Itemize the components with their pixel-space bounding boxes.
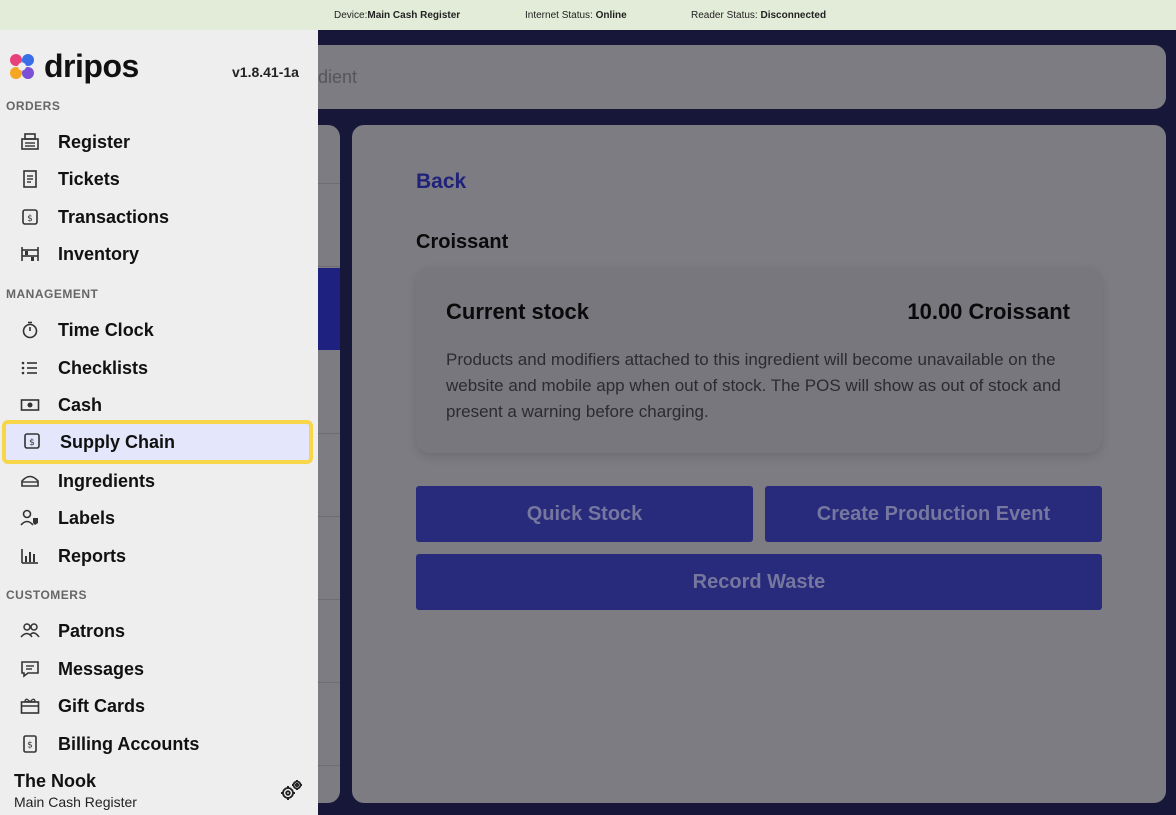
bar-chart-icon bbox=[21, 549, 38, 564]
brand-name: dripos bbox=[44, 48, 139, 84]
create-production-event-button[interactable]: Create Production Event bbox=[765, 486, 1102, 542]
checklist-icon bbox=[21, 361, 37, 375]
label-user-icon bbox=[20, 509, 38, 526]
sidebar-item-label: Time Clock bbox=[58, 320, 154, 340]
box-dollar-icon: $ bbox=[24, 433, 40, 449]
gift-card-icon bbox=[20, 698, 40, 714]
svg-text:$: $ bbox=[29, 438, 35, 448]
reader-status: Reader Status: Disconnected bbox=[691, 10, 826, 21]
sidebar-item-label: Reports bbox=[58, 546, 127, 566]
status-bar: Device:Main Cash Register Internet Statu… bbox=[0, 0, 1176, 30]
cash-icon bbox=[20, 399, 40, 411]
device-status-value: Main Cash Register bbox=[367, 10, 461, 21]
sidebar-item-time-clock[interactable]: Time Clock bbox=[0, 313, 318, 347]
sidebar-item-label: Inventory bbox=[58, 244, 140, 264]
svg-text:$: $ bbox=[27, 741, 33, 751]
reader-status-label: Reader Status: bbox=[691, 10, 761, 21]
dripos-logo-icon bbox=[10, 53, 34, 79]
brand-logo: dripos bbox=[8, 48, 139, 85]
sidebar-item-inventory[interactable]: Inventory bbox=[0, 237, 318, 271]
search-placeholder: dient bbox=[318, 67, 358, 87]
sidebar-item-label: Checklists bbox=[58, 358, 149, 378]
sidebar-item-ingredients[interactable]: Ingredients bbox=[0, 464, 318, 498]
svg-text:$: $ bbox=[27, 214, 33, 224]
sidebar-item-label: Cash bbox=[58, 395, 103, 415]
section-orders: ORDERS bbox=[6, 99, 61, 113]
sidebar-item-gift-cards[interactable]: Gift Cards bbox=[0, 689, 318, 723]
ingredient-detail-panel: Back Croissant Current stock 10.00 Crois… bbox=[352, 125, 1166, 803]
sidebar-item-label: Tickets bbox=[58, 169, 120, 189]
sidebar-item-labels[interactable]: Labels bbox=[0, 501, 318, 535]
current-stock-value: 10.00 Croissant bbox=[907, 299, 1070, 324]
quick-stock-button[interactable]: Quick Stock bbox=[416, 486, 753, 542]
current-stock-card: Current stock 10.00 Croissant Products a… bbox=[416, 267, 1102, 453]
sidebar-item-label: Gift Cards bbox=[58, 696, 146, 716]
billing-icon: $ bbox=[23, 735, 37, 753]
sidebar-item-label: Billing Accounts bbox=[58, 734, 200, 754]
record-waste-button[interactable]: Record Waste bbox=[416, 554, 1102, 610]
sidebar-item-label: Register bbox=[58, 132, 131, 152]
sidebar-item-billing-accounts[interactable]: $ Billing Accounts bbox=[0, 727, 318, 761]
internet-status-value: Online bbox=[595, 10, 627, 21]
sidebar-item-messages[interactable]: Messages bbox=[0, 652, 318, 686]
sidebar-item-label: Messages bbox=[58, 659, 145, 679]
sidebar-item-checklists[interactable]: Checklists bbox=[0, 351, 318, 385]
receipt-dollar-icon: $ bbox=[22, 209, 38, 225]
sidebar-item-tickets[interactable]: Tickets bbox=[0, 162, 318, 196]
sidebar-item-reports[interactable]: Reports bbox=[0, 539, 318, 573]
internet-status-label: Internet Status: bbox=[525, 10, 596, 21]
sidebar-item-register[interactable]: Register bbox=[0, 125, 318, 159]
register-icon bbox=[21, 133, 39, 150]
ticket-icon bbox=[23, 170, 37, 188]
sidebar-item-label: Supply Chain bbox=[60, 432, 176, 452]
users-icon bbox=[20, 623, 40, 638]
ingredient-title: Croissant bbox=[416, 231, 509, 253]
device-status: Device:Main Cash Register bbox=[334, 10, 460, 21]
internet-status: Internet Status: Online bbox=[525, 10, 627, 21]
device-name: Main Cash Register bbox=[14, 794, 137, 810]
sidebar-item-supply-chain[interactable]: $ Supply Chain bbox=[2, 420, 313, 464]
sidebar-item-label: Transactions bbox=[58, 207, 170, 227]
section-management: MANAGEMENT bbox=[6, 287, 99, 301]
device-status-label: Device: bbox=[334, 10, 368, 21]
reader-status-value: Disconnected bbox=[760, 10, 827, 21]
settings-gear-icon[interactable] bbox=[278, 779, 304, 803]
stopwatch-icon bbox=[22, 321, 38, 339]
sidebar-item-patrons[interactable]: Patrons bbox=[0, 614, 318, 648]
current-stock-label: Current stock bbox=[446, 299, 590, 324]
back-link[interactable]: Back bbox=[416, 170, 466, 194]
sidebar-item-label: Patrons bbox=[58, 621, 126, 641]
section-customers: CUSTOMERS bbox=[6, 588, 87, 602]
message-icon bbox=[21, 661, 39, 678]
location-name: The Nook bbox=[14, 771, 97, 791]
sidebar-item-transactions[interactable]: $ Transactions bbox=[0, 200, 318, 234]
sidebar-item-cash[interactable]: Cash bbox=[0, 388, 318, 422]
app-version: v1.8.41-1a bbox=[232, 64, 299, 80]
shelves-icon bbox=[21, 247, 39, 261]
ingredients-icon bbox=[21, 475, 39, 487]
current-stock-description: Products and modifiers attached to this … bbox=[446, 350, 1061, 421]
sidebar-item-label: Ingredients bbox=[58, 471, 156, 491]
sidebar: dripos v1.8.41-1a ORDERS Register Ticket… bbox=[0, 30, 318, 815]
ingredient-search-input[interactable]: dient bbox=[270, 45, 1166, 109]
sidebar-item-label: Labels bbox=[58, 508, 116, 528]
